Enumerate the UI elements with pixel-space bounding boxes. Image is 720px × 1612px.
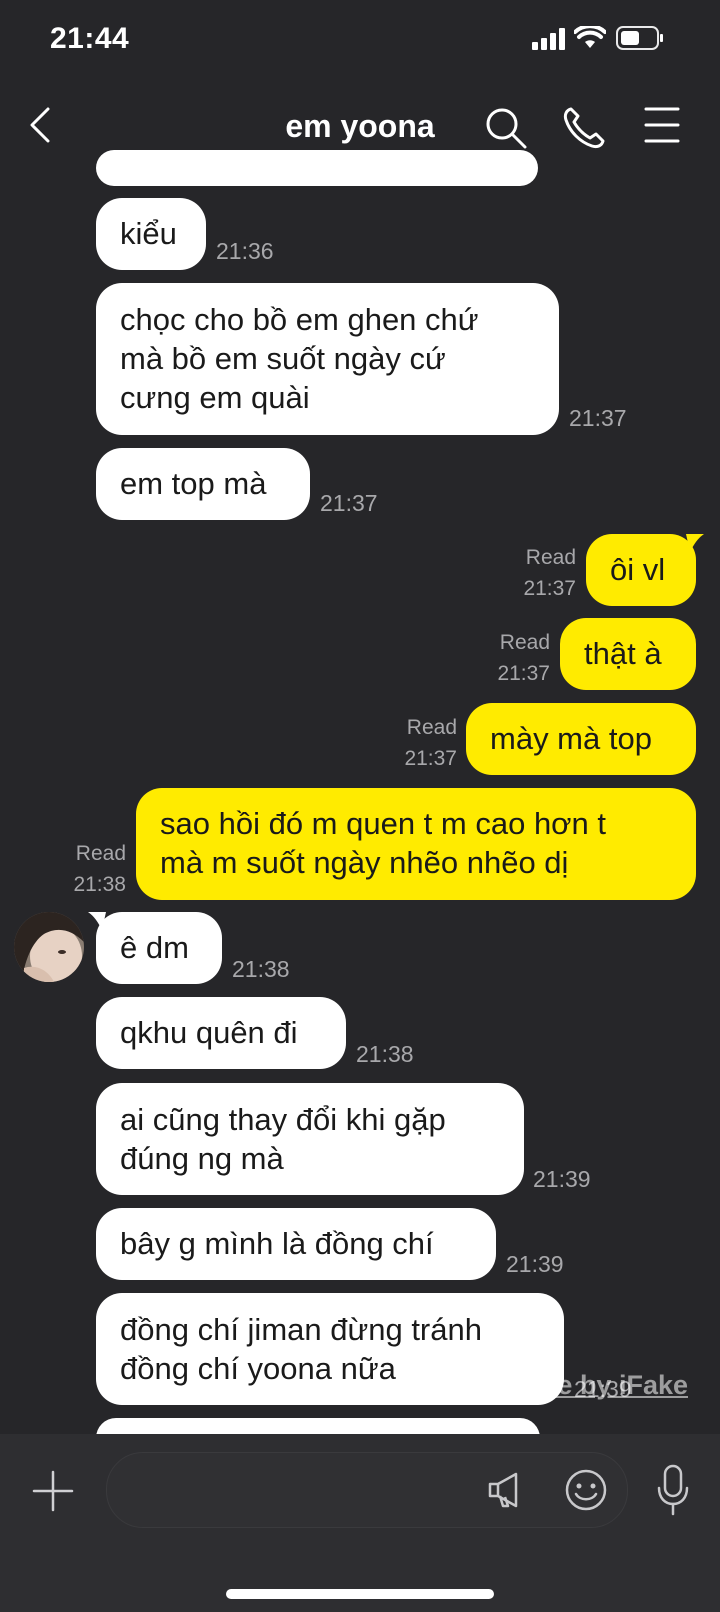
message-bubble[interactable]: ôi vl (586, 534, 696, 606)
status-time: 21:44 (50, 22, 130, 55)
battery-icon (616, 26, 664, 50)
avatar[interactable] (14, 912, 84, 982)
read-receipt: Read 21:37 (497, 627, 550, 689)
read-label: Read (75, 842, 126, 865)
message-bubble[interactable]: qkhu quên đi (96, 997, 346, 1069)
message-time: 21:38 (232, 956, 290, 982)
read-label: Read (406, 716, 457, 739)
message-time: 21:39 (506, 1251, 564, 1277)
message-time: 21:38 (356, 1041, 414, 1067)
bubble-tail (686, 534, 704, 552)
signal-icon (532, 28, 568, 50)
message-time: 21:37 (497, 662, 550, 685)
read-receipt: Read 21:37 (523, 542, 576, 604)
plus-icon[interactable] (32, 1470, 74, 1512)
message-bubble[interactable]: em top mà (96, 448, 310, 520)
message-bubble[interactable]: chọc cho bồ em ghen chứ mà bồ em suốt ng… (96, 283, 559, 435)
message-time: 21:39 (533, 1166, 591, 1192)
chat-title: em yoona (285, 108, 435, 144)
megaphone-icon[interactable] (486, 1470, 526, 1510)
menu-icon[interactable] (644, 106, 680, 144)
message-bubble[interactable]: ê dm (96, 912, 222, 984)
microphone-icon[interactable] (656, 1464, 690, 1516)
message-time: 21:36 (216, 238, 274, 264)
message-bubble-partial[interactable] (96, 150, 538, 186)
wifi-icon (574, 26, 606, 50)
message-input[interactable] (106, 1452, 628, 1528)
message-bubble[interactable]: ai cũng thay đổi khi gặp đúng ng mà (96, 1083, 524, 1195)
message-bubble[interactable]: thật à (560, 618, 696, 690)
emoji-icon[interactable] (564, 1468, 608, 1512)
message-time: 21:37 (523, 577, 576, 600)
message-bubble[interactable]: mày mà top (466, 703, 696, 775)
read-receipt: Read 21:37 (404, 712, 457, 774)
home-indicator[interactable] (226, 1589, 494, 1599)
phone-icon[interactable] (562, 106, 606, 150)
message-bubble[interactable]: sao hồi đó m quen t m cao hơn t mà m suố… (136, 788, 696, 900)
message-time: 21:37 (320, 490, 378, 516)
read-label: Read (499, 631, 550, 654)
message-time: 21:37 (404, 747, 457, 770)
message-time: 21:37 (569, 405, 627, 431)
search-icon[interactable] (484, 106, 528, 150)
message-bubble[interactable]: kiểu (96, 198, 206, 270)
message-bubble[interactable]: bây g mình là đồng chí (96, 1208, 496, 1280)
message-time: 21:38 (73, 873, 126, 896)
watermark: Made by iFake (503, 1370, 688, 1400)
message-bubble[interactable]: đồng chí jiman đừng tránh đồng chí yoona… (96, 1293, 564, 1405)
read-label: Read (525, 546, 576, 569)
read-receipt: Read 21:38 (73, 838, 126, 900)
